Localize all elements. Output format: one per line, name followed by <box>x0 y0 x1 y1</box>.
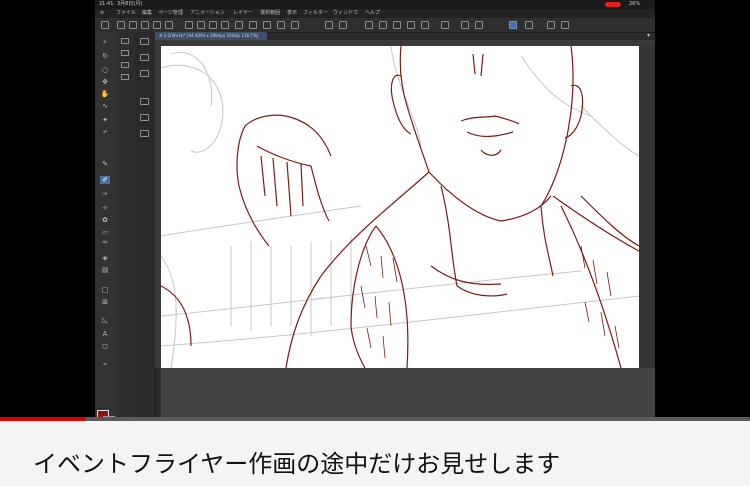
video-title: イベントフライヤー作画の途中だけお見せします <box>33 450 561 478</box>
status-date: 3月8日(月) <box>117 1 143 7</box>
battery-level: 26% <box>629 1 641 7</box>
deselect-icon[interactable] <box>365 21 373 29</box>
magic-wand-icon[interactable]: ✦ <box>100 116 110 124</box>
crop-icon[interactable] <box>407 21 415 29</box>
invert-selection-icon[interactable] <box>393 21 401 29</box>
recording-indicator <box>605 2 621 7</box>
settings-icon[interactable] <box>561 21 569 29</box>
ruler-tool-icon[interactable]: ◺ <box>100 316 110 324</box>
sub-tool-icon[interactable] <box>121 38 129 44</box>
status-time: 21:41 <box>99 1 114 7</box>
frame-icon[interactable]: ⊞ <box>100 298 110 306</box>
menu-page[interactable]: ページ管理 <box>158 9 183 18</box>
move-icon[interactable]: ✥ <box>100 78 110 86</box>
menu-icon[interactable]: ≡ <box>100 9 104 18</box>
palette-icon[interactable] <box>153 21 161 29</box>
drawing-canvas[interactable] <box>161 46 639 368</box>
tool-bar: ⌕ ↻ ○ ✥ ✋ ∿ ✦ ⌿ ✎ ✐ ✑ ✧ ✿ ▱ ≈ ◈ ▤ □ ⊞ ◺ … <box>95 32 118 420</box>
undo-icon[interactable] <box>325 21 333 29</box>
panel-icon[interactable] <box>140 130 149 137</box>
menu-help[interactable]: ヘルプ <box>365 9 380 18</box>
eyedropper-tool-icon[interactable]: ⌿ <box>100 128 110 136</box>
close-icon[interactable]: ▾ <box>647 32 655 40</box>
rotate-icon[interactable]: ↻ <box>100 52 110 60</box>
figure-icon[interactable]: □ <box>100 286 110 294</box>
video-player[interactable]: 21:41 3月8日(月) 26% ≡ ファイル 編集 ページ管理 アニメーショ… <box>0 0 750 420</box>
command-toolbar <box>95 18 655 33</box>
panel-icon[interactable] <box>140 38 149 45</box>
lasso-icon[interactable]: ∿ <box>100 102 110 110</box>
save-icon[interactable] <box>209 21 217 29</box>
line-art-drawing <box>161 46 639 368</box>
eraser-tool-icon[interactable]: ▱ <box>100 228 110 236</box>
ruler-icon[interactable] <box>461 21 469 29</box>
panel-bar <box>135 32 156 420</box>
sub-tool-bar <box>117 32 136 420</box>
decoration-icon[interactable]: ✿ <box>100 216 110 224</box>
menu-view[interactable]: 表示 <box>287 9 297 18</box>
menu-layer[interactable]: レイヤー <box>233 9 253 18</box>
correct-line-icon[interactable]: ⌁ <box>100 360 110 368</box>
panel-icon[interactable] <box>140 114 149 121</box>
paste-icon[interactable] <box>249 21 257 29</box>
pencil-icon[interactable]: ✐ <box>100 176 110 184</box>
balloon-icon[interactable]: ◻ <box>100 342 110 350</box>
redo-icon[interactable] <box>339 21 347 29</box>
clear-icon[interactable] <box>291 21 299 29</box>
layer-icon[interactable] <box>129 21 137 29</box>
vertical-scrollbar[interactable] <box>639 46 655 368</box>
brush-icon[interactable] <box>525 21 533 29</box>
select-all-icon[interactable] <box>379 21 387 29</box>
brush-size-icon[interactable] <box>117 21 125 29</box>
sub-tool-icon[interactable] <box>121 74 129 80</box>
panel-icon[interactable] <box>140 54 149 61</box>
menu-selection[interactable]: 選択範囲 <box>260 9 280 18</box>
app-menu-bar: ≡ ファイル 編集 ページ管理 アニメーション レイヤー 選択範囲 表示 フィル… <box>95 9 655 18</box>
hamburger-icon[interactable] <box>101 21 109 29</box>
pen-tool-icon[interactable] <box>509 21 517 29</box>
menu-filter[interactable]: フィルター <box>303 9 328 18</box>
cut-icon[interactable] <box>263 21 271 29</box>
menu-edit[interactable]: 編集 <box>142 9 152 18</box>
fill-icon[interactable] <box>421 21 429 29</box>
menu-window[interactable]: ウィンドウ <box>333 9 358 18</box>
document-tab[interactable]: ※ 1-2(W×H)* (A4 4093 x 2894px 350dpi 116… <box>155 32 267 40</box>
hand-icon[interactable]: ✋ <box>100 90 110 98</box>
panel-icon[interactable] <box>140 70 149 77</box>
tablet-screen: 21:41 3月8日(月) 26% ≡ ファイル 編集 ページ管理 アニメーショ… <box>95 0 655 420</box>
menu-animation[interactable]: アニメーション <box>190 9 225 18</box>
new-file-icon[interactable] <box>185 21 193 29</box>
export-icon[interactable] <box>221 21 229 29</box>
sub-tool-icon[interactable] <box>121 62 129 68</box>
eyedropper-icon[interactable] <box>165 21 173 29</box>
airbrush-icon[interactable]: ✧ <box>100 204 110 212</box>
ipad-status-bar: 21:41 3月8日(月) 26% <box>95 0 655 9</box>
video-info-panel: イベントフライヤー作画の途中だけお見せします <box>0 421 750 486</box>
sub-tool-icon[interactable] <box>121 50 129 56</box>
transform-icon[interactable] <box>277 21 285 29</box>
brush-settings-icon[interactable] <box>141 21 149 29</box>
blend-icon[interactable]: ≈ <box>100 238 110 246</box>
fill-tool-icon[interactable]: ◈ <box>100 254 110 262</box>
symmetry-icon[interactable] <box>475 21 483 29</box>
gradient-icon[interactable]: ▤ <box>100 266 110 274</box>
panel-icon[interactable] <box>140 98 149 105</box>
eraser-icon[interactable] <box>547 21 555 29</box>
search-icon[interactable]: ○ <box>100 66 110 74</box>
copy-icon[interactable] <box>235 21 243 29</box>
pen-icon[interactable]: ✎ <box>100 160 110 168</box>
brush-tool-icon[interactable]: ✑ <box>100 190 110 198</box>
menu-file[interactable]: ファイル <box>116 9 136 18</box>
text-icon[interactable]: A <box>100 330 110 338</box>
open-file-icon[interactable] <box>197 21 205 29</box>
snap-icon[interactable] <box>441 21 449 29</box>
zoom-icon[interactable]: ⌕ <box>100 38 110 46</box>
